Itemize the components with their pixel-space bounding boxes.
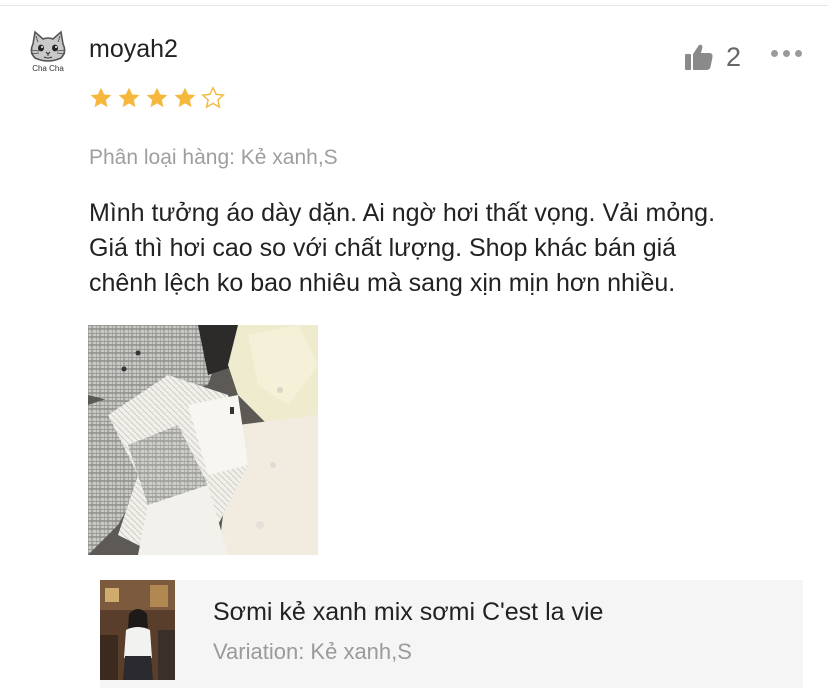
more-dots-icon (771, 50, 778, 57)
product-thumbnail (100, 580, 175, 680)
product-name: Sơmi kẻ xanh mix sơmi C'est la vie (213, 598, 604, 626)
product-card[interactable]: Sơmi kẻ xanh mix sơmi C'est la vie Varia… (100, 580, 803, 688)
star-filled-icon (146, 87, 168, 108)
review-photo[interactable] (88, 325, 318, 555)
thumbs-up-icon (685, 44, 713, 70)
cat-face-icon (30, 30, 66, 62)
comment-line: Giá thì hơi cao so với chất lượng. Shop … (89, 234, 677, 262)
more-options-button[interactable] (771, 50, 802, 57)
star-filled-icon (174, 87, 196, 108)
like-count: 2 (726, 42, 742, 72)
review-variation: Phân loại hàng: Kẻ xanh,S (89, 146, 338, 169)
rating-stars (88, 85, 226, 111)
review-comment: Mình tưởng áo dày dặn. Ai ngờ hơi thất v… (89, 196, 819, 301)
star-filled-icon (118, 87, 140, 108)
more-dots-icon (795, 50, 802, 57)
avatar-caption: Cha Cha (32, 64, 64, 73)
star-filled-icon (90, 87, 112, 108)
comment-line: Mình tưởng áo dày dặn. Ai ngờ hơi thất v… (89, 199, 716, 227)
star-outline-icon (201, 86, 225, 109)
review-username[interactable]: moyah2 (89, 34, 178, 64)
product-variation: Variation: Kẻ xanh,S (213, 639, 412, 664)
top-divider (0, 5, 828, 6)
more-dots-icon (783, 50, 790, 57)
like-button[interactable]: 2 (684, 42, 741, 72)
comment-line: chênh lệch ko bao nhiêu mà sang xịn mịn … (89, 269, 676, 297)
user-avatar[interactable]: Cha Cha (27, 30, 69, 76)
